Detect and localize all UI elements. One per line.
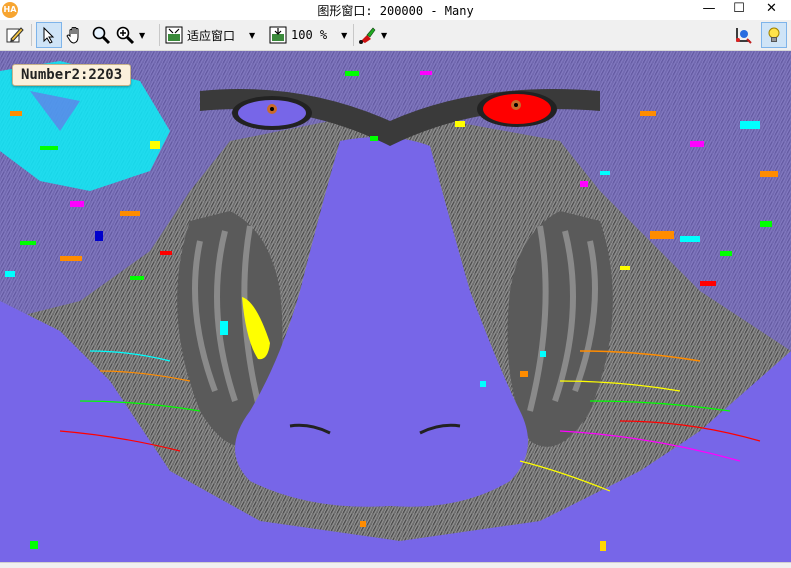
fit-window-button[interactable]: 适应窗口 ▼ — [164, 22, 264, 48]
zoom-in-tool-button[interactable]: ▼ — [115, 22, 155, 48]
hand-icon — [66, 27, 79, 44]
toolbar-separator — [353, 24, 354, 46]
minimize-button[interactable]: — — [694, 0, 724, 20]
edit-tool-button[interactable] — [3, 22, 27, 48]
fit-window-label: 适应窗口 — [187, 28, 236, 43]
chevron-down-icon: ▼ — [341, 30, 348, 40]
axes-icon — [736, 28, 752, 44]
magnifier-icon — [92, 26, 111, 45]
paint-brush-icon — [359, 27, 376, 44]
region-count-label: Number2:2203 — [12, 64, 132, 86]
chevron-down-icon: ▼ — [139, 30, 146, 40]
pencil-icon — [6, 27, 24, 43]
zoom-in-icon — [116, 26, 135, 45]
zoom-level-selector[interactable]: 100 % ▼ — [268, 22, 350, 48]
segmented-mandrill-image — [0, 51, 791, 562]
axes-tool-button[interactable] — [731, 22, 755, 48]
color-tool-button[interactable]: ▼ — [357, 22, 395, 48]
cursor-arrow-icon — [43, 26, 55, 44]
fit-window-icon — [165, 26, 183, 44]
magnify-tool-button[interactable] — [89, 22, 113, 48]
image-canvas[interactable] — [0, 51, 791, 562]
lightbulb-icon — [768, 27, 780, 42]
help-tips-button[interactable] — [761, 22, 787, 48]
window-title: 图形窗口: 200000 - Many — [317, 4, 474, 18]
window-bottom-border — [0, 562, 791, 568]
toolbar: ▼ 适应窗口 ▼ 100 % ▼ ▼ — [0, 20, 791, 51]
zoom-percent-icon — [269, 26, 287, 44]
title-bar: HA 图形窗口: 200000 - Many — ☐ ✕ — [0, 0, 791, 20]
close-button[interactable]: ✕ — [752, 0, 791, 20]
pan-tool-button[interactable] — [63, 22, 87, 48]
toolbar-separator — [159, 24, 160, 46]
chevron-down-icon: ▼ — [381, 30, 388, 40]
maximize-button[interactable]: ☐ — [724, 0, 754, 20]
zoom-level-value: 100 % — [291, 28, 328, 42]
pointer-tool-button[interactable] — [36, 22, 62, 48]
toolbar-separator — [31, 24, 32, 46]
chevron-down-icon: ▼ — [249, 30, 256, 40]
